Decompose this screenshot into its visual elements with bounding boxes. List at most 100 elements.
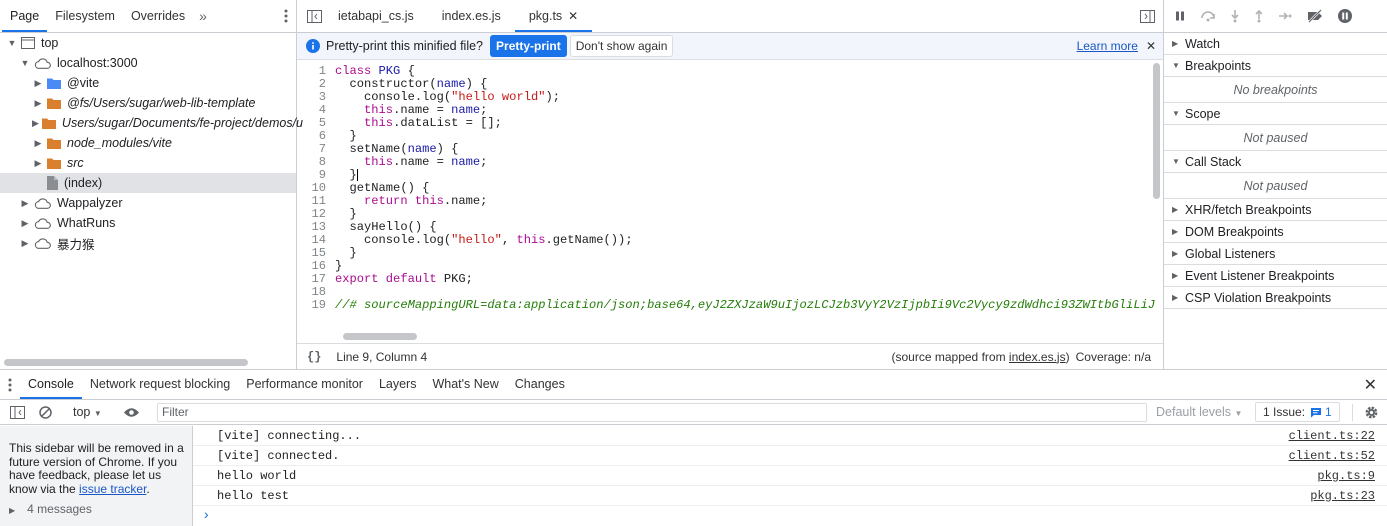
editor-tab[interactable]: index.es.js bbox=[428, 0, 515, 32]
drawer-tab[interactable]: What's New bbox=[424, 370, 506, 399]
tab-overrides[interactable]: Overrides bbox=[123, 0, 193, 32]
step-icon[interactable] bbox=[1278, 11, 1292, 21]
console-drawer: Console Network request blocking Performan… bbox=[0, 369, 1387, 526]
debugger-section-header[interactable]: ▶ CSP Violation Breakpoints bbox=[1164, 287, 1387, 309]
step-over-icon[interactable] bbox=[1200, 10, 1216, 22]
console-message-source-link[interactable]: client.ts:52 bbox=[1289, 449, 1375, 463]
more-options-icon[interactable] bbox=[284, 9, 288, 23]
code-token: } bbox=[335, 259, 343, 273]
collapsed-arrow-icon: ▶ bbox=[1172, 293, 1179, 302]
format-braces-icon[interactable]: {} bbox=[307, 350, 321, 364]
console-message-source-link[interactable]: client.ts:22 bbox=[1289, 429, 1375, 443]
tree-item[interactable]: ▶ Wappalyzer bbox=[0, 193, 296, 213]
debugger-section-header[interactable]: ▶ XHR/fetch Breakpoints bbox=[1164, 199, 1387, 221]
debugger-section-header[interactable]: ▼ Call Stack bbox=[1164, 151, 1387, 173]
debugger-section-header[interactable]: ▶ Watch bbox=[1164, 33, 1387, 55]
tree-item[interactable]: (index) bbox=[0, 173, 296, 193]
tree-item[interactable]: ▶ src bbox=[0, 153, 296, 173]
live-expression-eye-icon[interactable] bbox=[123, 407, 140, 418]
collapsed-arrow-icon[interactable]: ▶ bbox=[19, 238, 31, 249]
issues-label: 1 Issue: bbox=[1263, 405, 1306, 419]
editor-tab[interactable]: pkg.ts ✕ bbox=[514, 0, 593, 32]
line-number: 6 bbox=[318, 129, 326, 143]
pretty-print-button[interactable]: Pretty-print bbox=[490, 35, 567, 57]
step-into-icon[interactable] bbox=[1230, 9, 1240, 23]
tab-filesystem[interactable]: Filesystem bbox=[47, 0, 123, 32]
learn-more-link[interactable]: Learn more bbox=[1077, 39, 1138, 53]
tree-item[interactable]: ▶ Users/sugar/Documents/fe-project/demos/… bbox=[0, 113, 303, 133]
debugger-section-header[interactable]: ▶ Event Listener Breakpoints bbox=[1164, 265, 1387, 287]
close-tab-icon[interactable]: ✕ bbox=[568, 0, 578, 32]
clear-console-icon[interactable] bbox=[39, 406, 52, 419]
editor-horizontal-scrollbar[interactable] bbox=[343, 333, 417, 340]
editor-tab[interactable]: ietabapi_cs.js bbox=[324, 0, 428, 32]
dont-show-again-button[interactable]: Don't show again bbox=[569, 35, 674, 57]
show-sidebar-icon[interactable] bbox=[10, 406, 25, 419]
code-token: ) { bbox=[436, 142, 459, 156]
collapsed-arrow-icon: ▶ bbox=[1172, 271, 1179, 280]
expanded-arrow-icon[interactable]: ▼ bbox=[6, 38, 18, 48]
tree-item[interactable]: ▶ 暴力猴 bbox=[0, 233, 296, 253]
issue-tracker-link[interactable]: issue tracker bbox=[79, 482, 146, 496]
message-count-row[interactable]: ▶ 4 messages bbox=[9, 502, 184, 518]
code-token: name bbox=[407, 142, 437, 156]
console-message-source-link[interactable]: pkg.ts:23 bbox=[1310, 489, 1375, 503]
tab-page[interactable]: Page bbox=[2, 0, 48, 32]
line-number: 1 bbox=[318, 64, 326, 78]
console-message-source-link[interactable]: pkg.ts:9 bbox=[1317, 469, 1375, 483]
code-line: 14 console.log("hello", this.getName()); bbox=[297, 234, 1163, 247]
source-map-link[interactable]: index.es.js bbox=[1009, 350, 1066, 364]
debugger-section-header[interactable]: ▼ Scope bbox=[1164, 103, 1387, 125]
more-tabs-chevron-icon[interactable]: » bbox=[193, 8, 213, 24]
collapsed-arrow-icon[interactable]: ▶ bbox=[19, 218, 31, 229]
pause-icon[interactable] bbox=[1174, 10, 1186, 22]
collapsed-arrow-icon[interactable]: ▶ bbox=[32, 158, 44, 169]
dropdown-arrow-icon: ▼ bbox=[93, 409, 102, 418]
drawer-tab[interactable]: Performance monitor bbox=[238, 370, 371, 399]
collapsed-arrow-icon[interactable]: ▶ bbox=[32, 78, 44, 89]
collapsed-arrow-icon[interactable]: ▶ bbox=[32, 118, 39, 129]
pause-on-exceptions-icon[interactable] bbox=[1338, 9, 1352, 23]
console-settings-gear-icon[interactable] bbox=[1364, 405, 1379, 420]
collapsed-arrow-icon[interactable]: ▶ bbox=[32, 138, 44, 149]
debugger-section-header[interactable]: ▼ Breakpoints bbox=[1164, 55, 1387, 77]
code-token: "hello world" bbox=[451, 90, 546, 104]
close-drawer-icon[interactable]: ✕ bbox=[1364, 375, 1377, 395]
step-out-icon[interactable] bbox=[1254, 9, 1264, 23]
close-infobar-icon[interactable]: ✕ bbox=[1146, 39, 1156, 53]
tree-item[interactable]: ▶ @vite bbox=[0, 73, 296, 93]
navigator-horizontal-scrollbar[interactable] bbox=[4, 359, 248, 366]
drawer-tab[interactable]: Changes bbox=[507, 370, 573, 399]
drawer-tab[interactable]: Console bbox=[20, 370, 82, 399]
drawer-menu-icon[interactable] bbox=[8, 378, 12, 392]
tree-item[interactable]: ▶ WhatRuns bbox=[0, 213, 296, 233]
tree-item[interactable]: ▼ localhost:3000 bbox=[0, 53, 296, 73]
code-line: 8 this.name = name; bbox=[297, 156, 1163, 169]
console-prompt[interactable]: › bbox=[193, 506, 1387, 526]
log-levels-dropdown[interactable]: Default levels ▼ bbox=[1156, 405, 1242, 419]
code-editor[interactable]: 1 class PKG {2 constructor(name) {3 conso… bbox=[297, 61, 1163, 331]
debugger-section-header[interactable]: ▶ Global Listeners bbox=[1164, 243, 1387, 265]
debugger-section-header[interactable]: ▶ DOM Breakpoints bbox=[1164, 221, 1387, 243]
issues-counter[interactable]: 1 Issue: 1 bbox=[1255, 402, 1340, 422]
debugger-section-title: Call Stack bbox=[1185, 154, 1242, 169]
context-selector[interactable]: top ▼ bbox=[73, 405, 102, 419]
console-messages: [vite] connecting... client.ts:22 [vite] c… bbox=[193, 426, 1387, 526]
toggle-debugger-icon[interactable] bbox=[1140, 10, 1155, 23]
toggle-navigator-icon[interactable] bbox=[307, 9, 322, 23]
tree-item[interactable]: ▼ top bbox=[0, 33, 296, 53]
tree-item[interactable]: ▶ node_modules/vite bbox=[0, 133, 296, 153]
drawer-tab[interactable]: Layers bbox=[371, 370, 425, 399]
drawer-tab[interactable]: Network request blocking bbox=[82, 370, 238, 399]
code-token: name bbox=[436, 77, 466, 91]
collapsed-arrow-icon[interactable]: ▶ bbox=[32, 98, 44, 109]
code-line: 5 this.dataList = []; bbox=[297, 117, 1163, 130]
collapsed-arrow-icon[interactable]: ▶ bbox=[19, 198, 31, 209]
filter-input[interactable]: Filter bbox=[157, 403, 1147, 422]
editor-vertical-scrollbar[interactable] bbox=[1153, 63, 1160, 199]
tree-item[interactable]: ▶ @fs/Users/sugar/web-lib-template bbox=[0, 93, 296, 113]
console-message-text: [vite] connecting... bbox=[217, 428, 362, 443]
expanded-arrow-icon[interactable]: ▼ bbox=[19, 58, 31, 68]
deactivate-breakpoints-icon[interactable] bbox=[1306, 9, 1324, 23]
